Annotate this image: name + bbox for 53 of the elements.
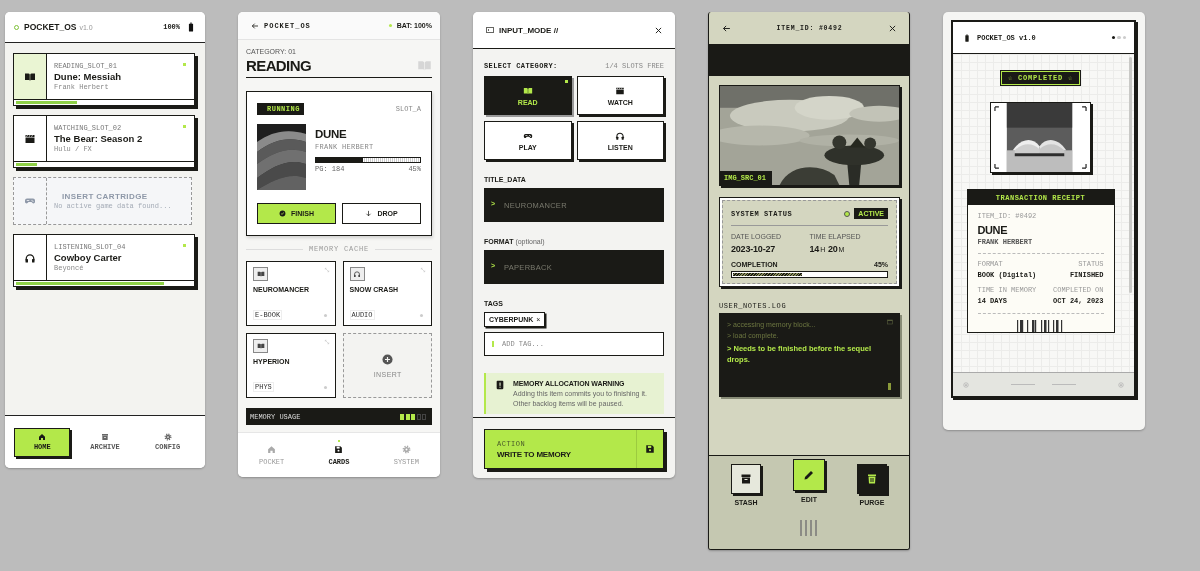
home-icon bbox=[267, 444, 277, 454]
screen-title: INPUT_MODE // bbox=[499, 25, 559, 35]
status-dot bbox=[420, 313, 423, 317]
item-title: DUNE bbox=[315, 128, 348, 140]
status-dot bbox=[323, 313, 327, 317]
archive-box-icon bbox=[101, 433, 109, 441]
warning-icon bbox=[495, 380, 505, 390]
slot-title: Cowboy Carter bbox=[54, 252, 123, 263]
terminal-icon bbox=[486, 26, 494, 34]
page-dot[interactable] bbox=[1117, 35, 1121, 40]
item-title: DUNE bbox=[977, 224, 1009, 236]
cursor-block bbox=[888, 383, 891, 390]
back-icon[interactable] bbox=[722, 23, 731, 33]
status-dot bbox=[388, 24, 392, 27]
battery-icon bbox=[186, 22, 196, 32]
stat-value: 2023-10-27 bbox=[731, 244, 777, 254]
status-dot bbox=[844, 210, 851, 217]
pencil-icon bbox=[803, 469, 815, 481]
headphones-icon bbox=[615, 130, 626, 141]
slot-title: The Bear: Season 2 bbox=[54, 133, 144, 144]
settings-icon bbox=[401, 444, 411, 454]
check-circle-icon bbox=[279, 210, 286, 217]
cursor-mark bbox=[492, 341, 494, 347]
window-icon bbox=[887, 319, 893, 325]
scrollbar[interactable] bbox=[1129, 57, 1132, 293]
category-title: READING bbox=[246, 57, 311, 74]
slot-title: INSERT CARTRIDGE bbox=[61, 192, 149, 201]
headphones-icon bbox=[24, 251, 36, 264]
plus-circle-icon bbox=[382, 353, 394, 365]
trash-icon bbox=[866, 473, 878, 485]
battery-icon bbox=[963, 33, 971, 42]
clapper-icon bbox=[615, 85, 626, 96]
close-icon[interactable] bbox=[654, 25, 663, 35]
diagonal-arrow-icon bbox=[323, 267, 330, 273]
grip-handle[interactable] bbox=[799, 520, 819, 536]
headphones-icon bbox=[353, 270, 361, 278]
book-icon bbox=[522, 85, 533, 96]
arrow-down-icon bbox=[365, 210, 373, 217]
settings-icon bbox=[163, 433, 172, 441]
status-dot bbox=[323, 385, 327, 389]
diagonal-arrow-icon bbox=[323, 339, 330, 345]
purge-button[interactable] bbox=[857, 464, 887, 494]
archive-box-icon bbox=[740, 473, 752, 485]
slot-title: Dune: Messiah bbox=[54, 71, 123, 82]
app-title: POCKET_OS bbox=[24, 22, 77, 32]
stash-button[interactable] bbox=[731, 464, 761, 494]
home-icon bbox=[38, 433, 47, 441]
edit-button[interactable] bbox=[793, 459, 825, 491]
clapper-icon bbox=[24, 132, 36, 145]
close-icon[interactable] bbox=[888, 23, 897, 33]
back-icon[interactable] bbox=[251, 21, 259, 30]
diagonal-arrow-icon bbox=[420, 267, 426, 273]
page-dot[interactable] bbox=[1111, 35, 1115, 40]
